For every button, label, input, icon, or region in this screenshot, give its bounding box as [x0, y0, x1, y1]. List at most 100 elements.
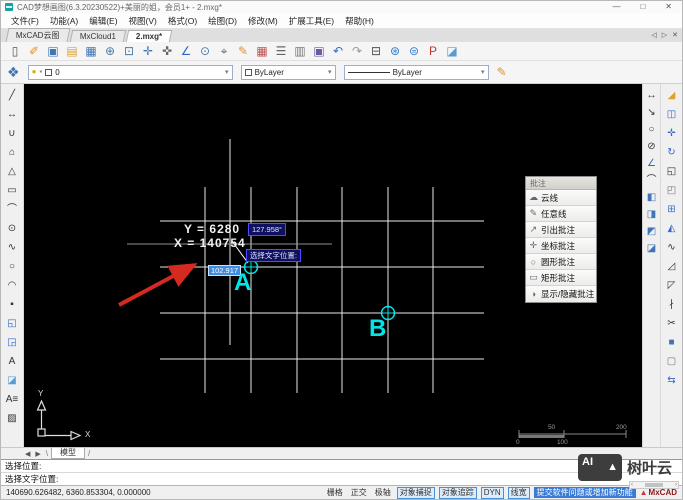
polyline-icon[interactable]: ∪ [4, 126, 19, 141]
point-icon[interactable]: ▪ [4, 297, 19, 312]
scroll-right-icon[interactable]: › [675, 482, 677, 488]
tab-close-icon[interactable]: ✕ [672, 31, 678, 39]
new-file-icon[interactable]: ▯ [7, 43, 23, 59]
box-3d-icon[interactable]: ■ [664, 335, 679, 350]
menu-format[interactable]: 格式(O) [168, 15, 197, 27]
draw-order-icon[interactable]: ✎ [497, 65, 507, 79]
drawing-canvas[interactable]: Y = 6280 X = 140754 127.958° 选择文字位置: 102… [24, 84, 642, 447]
break-icon[interactable]: ∤ [664, 297, 679, 312]
linetype-select[interactable]: ByLayer ▾ [344, 65, 489, 80]
line-icon[interactable]: ╱ [4, 88, 19, 103]
construction-line-icon[interactable]: ↔ [4, 107, 19, 122]
erase-icon[interactable]: ◢ [664, 88, 679, 103]
image-icon[interactable]: ◪ [4, 373, 19, 388]
single-text-icon[interactable]: A [4, 354, 19, 369]
copy-props-icon[interactable]: ▥ [292, 43, 308, 59]
chevron-down-icon[interactable]: ▾ [328, 68, 332, 76]
draw-angle-icon[interactable]: ∠ [178, 43, 194, 59]
annot-toggle-visibility[interactable]: ◑ 显示/隐藏批注 [526, 286, 596, 302]
dim-diameter-icon[interactable]: ⊘ [644, 139, 659, 154]
edit-pencil-icon[interactable]: ✎ [235, 43, 251, 59]
dim-arc-icon[interactable]: ⌒ [644, 173, 659, 188]
chamfer-icon[interactable]: ◿ [664, 259, 679, 274]
dim-angular-icon[interactable]: ∠ [644, 156, 659, 171]
save-disk-icon[interactable]: ▣ [311, 43, 327, 59]
chevron-down-icon[interactable]: ▾ [225, 68, 229, 76]
draworder-above-icon[interactable]: ◩ [644, 224, 659, 239]
dim-aligned-icon[interactable]: ↘ [644, 105, 659, 120]
polygon2-icon[interactable]: △ [4, 164, 19, 179]
chevron-down-icon[interactable]: ▾ [481, 68, 485, 76]
rotate-icon[interactable]: ↻ [664, 145, 679, 160]
menu-express-tools[interactable]: 扩展工具(E) [289, 15, 334, 27]
draworder-back-icon[interactable]: ◨ [644, 207, 659, 222]
layer-select[interactable]: ● ▪ 0 ▾ [28, 65, 233, 80]
toggle-osnap[interactable]: 对象捕捉 [397, 487, 435, 499]
toggle-ortho[interactable]: 正交 [349, 488, 369, 498]
text-style-icon[interactable]: ☰ [273, 43, 289, 59]
create-block-icon[interactable]: ◲ [4, 335, 19, 350]
fillet-icon[interactable]: ◸ [664, 278, 679, 293]
draworder-below-icon[interactable]: ◪ [644, 241, 659, 256]
insert-block-icon[interactable]: ◱ [4, 316, 19, 331]
ellipse-icon[interactable]: ○ [4, 259, 19, 274]
polygon-icon[interactable]: ⌂ [4, 145, 19, 160]
save-icon[interactable]: ▣ [45, 43, 61, 59]
zoom-in-icon[interactable]: ⊕ [102, 43, 118, 59]
dim-linear-icon[interactable]: ↔ [644, 88, 659, 103]
tab-mxcloud1[interactable]: MxCloud1 [69, 30, 126, 42]
mirror-icon[interactable]: ◭ [664, 221, 679, 236]
pan-icon[interactable]: ✜ [159, 43, 175, 59]
menu-function[interactable]: 功能(A) [50, 15, 78, 27]
insert-image-icon[interactable]: ◪ [444, 43, 460, 59]
open-folder-icon[interactable]: ▤ [64, 43, 80, 59]
web-publish-icon[interactable]: ⊛ [387, 43, 403, 59]
layout-prev-icon[interactable]: ◀ [25, 450, 32, 458]
palette-icon[interactable]: ▦ [254, 43, 270, 59]
toggle-polar[interactable]: 极轴 [373, 488, 393, 498]
model-tab[interactable]: 模型 [51, 448, 85, 459]
annot-cloud-line[interactable]: ☁ 云线 [526, 190, 596, 206]
redo-icon[interactable]: ↷ [349, 43, 365, 59]
trim-icon[interactable]: ✂ [664, 316, 679, 331]
spline-edit-icon[interactable]: ∿ [664, 240, 679, 255]
arc-icon[interactable]: ⌒ [4, 202, 19, 217]
hatch-icon[interactable]: ▨ [4, 411, 19, 426]
zoom-extents-icon[interactable]: ✛ [140, 43, 156, 59]
find-icon[interactable]: ⌖ [216, 43, 232, 59]
toggle-lineweight[interactable]: 线宽 [508, 487, 530, 499]
toggle-dyn[interactable]: DYN [481, 487, 504, 499]
annot-rectangle[interactable]: ▭ 矩形批注 [526, 270, 596, 286]
circle-icon[interactable]: ⊙ [4, 221, 19, 236]
array-icon[interactable]: ⊞ [664, 202, 679, 217]
annotation-palette-title[interactable]: 批注 [526, 177, 596, 190]
open-drawing-icon[interactable]: ✐ [26, 43, 42, 59]
menu-edit[interactable]: 编辑(E) [89, 15, 117, 27]
rectangle-icon[interactable]: ▭ [4, 183, 19, 198]
tab-prev-icon[interactable]: ◁ [651, 31, 656, 39]
tab-2mxg[interactable]: 2.mxg* [125, 30, 172, 42]
draworder-front-icon[interactable]: ◧ [644, 190, 659, 205]
dim-radius-icon[interactable]: ○ [644, 122, 659, 137]
menu-file[interactable]: 文件(F) [11, 15, 39, 27]
pdf-export-icon[interactable]: P [425, 43, 441, 59]
menu-draw[interactable]: 绘图(D) [208, 15, 237, 27]
tab-next-icon[interactable]: ▷ [662, 31, 667, 39]
feedback-link[interactable]: 提交软件问题或增加新功能 [534, 487, 636, 498]
menu-view[interactable]: 视图(V) [129, 15, 157, 27]
annot-freehand-line[interactable]: ✎ 任意线 [526, 206, 596, 222]
horizontal-scrollbar[interactable]: ‹ › [629, 481, 679, 489]
layer-manager-icon[interactable]: ❖ [7, 64, 20, 81]
close-button[interactable]: ✕ [665, 2, 672, 12]
explode-icon[interactable]: ▢ [664, 354, 679, 369]
menu-help[interactable]: 帮助(H) [345, 15, 374, 27]
web-share-icon[interactable]: ⊜ [406, 43, 422, 59]
annot-circle[interactable]: ○ 圆形批注 [526, 254, 596, 270]
scroll-thumb[interactable] [645, 483, 663, 487]
save-as-icon[interactable]: ▦ [83, 43, 99, 59]
undo-icon[interactable]: ↶ [330, 43, 346, 59]
minimize-button[interactable]: — [612, 2, 620, 12]
ellipse-arc-icon[interactable]: ◠ [4, 278, 19, 293]
print-icon[interactable]: ⊟ [368, 43, 384, 59]
annot-coordinate[interactable]: ✛ 坐标批注 [526, 238, 596, 254]
